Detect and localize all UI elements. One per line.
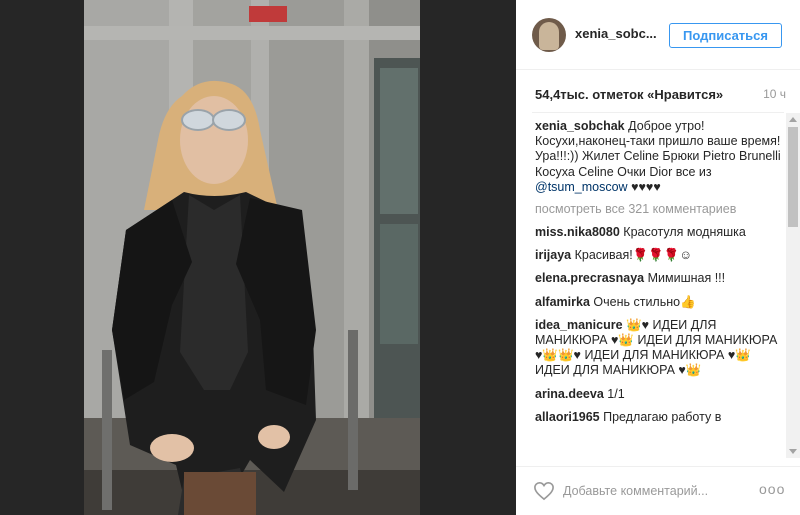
comment-footer: ooo [516,466,800,515]
comment-text: Предлагаю работу в [603,409,722,424]
list-item: miss.nika8080 Красотуля модняшка [535,225,783,240]
likes-row: 54,4тыс. отметок «Нравится» 10 ч [532,86,786,104]
comment-text: 1/1 [607,386,625,401]
avatar-figure [539,22,559,50]
view-all-comments-link[interactable]: посмотреть все 321 комментариев [535,202,783,216]
scroll-up-arrow-icon[interactable] [789,117,797,122]
comment-text: Красотуля модняшка [623,225,746,240]
caption-mention[interactable]: @tsum_moscow [535,180,628,194]
list-item: irijaya Красивая!🌹🌹🌹☺ [535,248,783,263]
comments-scrollbar[interactable] [786,113,800,458]
avatar[interactable] [532,18,566,52]
comment-text: Красивая!🌹🌹🌹☺ [574,248,693,263]
comment-username[interactable]: arina.deeva [535,387,604,401]
comment-username[interactable]: allaori1965 [535,410,600,424]
list-item: allaori1965 Предлагаю работу в [535,410,783,425]
comment-text: Очень стильно👍 [593,294,696,309]
heart-outline-icon[interactable] [533,481,555,501]
list-item: elena.precrasnaya Мимишная !!! [535,271,783,286]
list-item: idea_manicure 👑♥ ИДЕИ ДЛЯ МАНИКЮРА ♥👑 ИД… [535,318,783,379]
scrollbar-thumb[interactable] [788,127,798,227]
list-item: alfamirka Очень стильно👍 [535,295,783,310]
post-header: xenia_sobc... Подписаться [516,0,800,70]
comment-username[interactable]: elena.precrasnaya [535,271,644,285]
post-side-panel: xenia_sobc... Подписаться 54,4тыс. отмет… [516,0,800,515]
scroll-down-arrow-icon[interactable] [789,449,797,454]
comment-username[interactable]: miss.nika8080 [535,225,620,239]
three-dots-icon[interactable]: ooo [759,481,785,497]
comment-username[interactable]: irijaya [535,248,571,262]
comment-input[interactable] [563,481,743,501]
comment-text: Мимишная !!! [647,271,726,286]
caption-username[interactable]: xenia_sobchak [535,119,625,133]
post-time[interactable]: 10 ч [763,87,786,101]
likes-count[interactable]: 54,4тыс. отметок «Нравится» [535,87,723,102]
likes-divider [532,112,784,113]
caption: xenia_sobchak Доброе утро! Косухи,наконе… [535,119,783,195]
follow-button[interactable]: Подписаться [669,23,782,48]
comment-username[interactable]: alfamirka [535,295,590,309]
lightbox-backdrop-left [0,0,84,515]
comment-username[interactable]: idea_manicure [535,318,623,332]
lightbox-backdrop-gap [420,0,516,515]
comments-list: xenia_sobchak Доброе утро! Косухи,наконе… [535,119,783,458]
list-item: arina.deeva 1/1 [535,387,783,402]
caption-hearts: ♥♥♥♥ [631,179,661,194]
post-username[interactable]: xenia_sobc... [575,26,657,41]
